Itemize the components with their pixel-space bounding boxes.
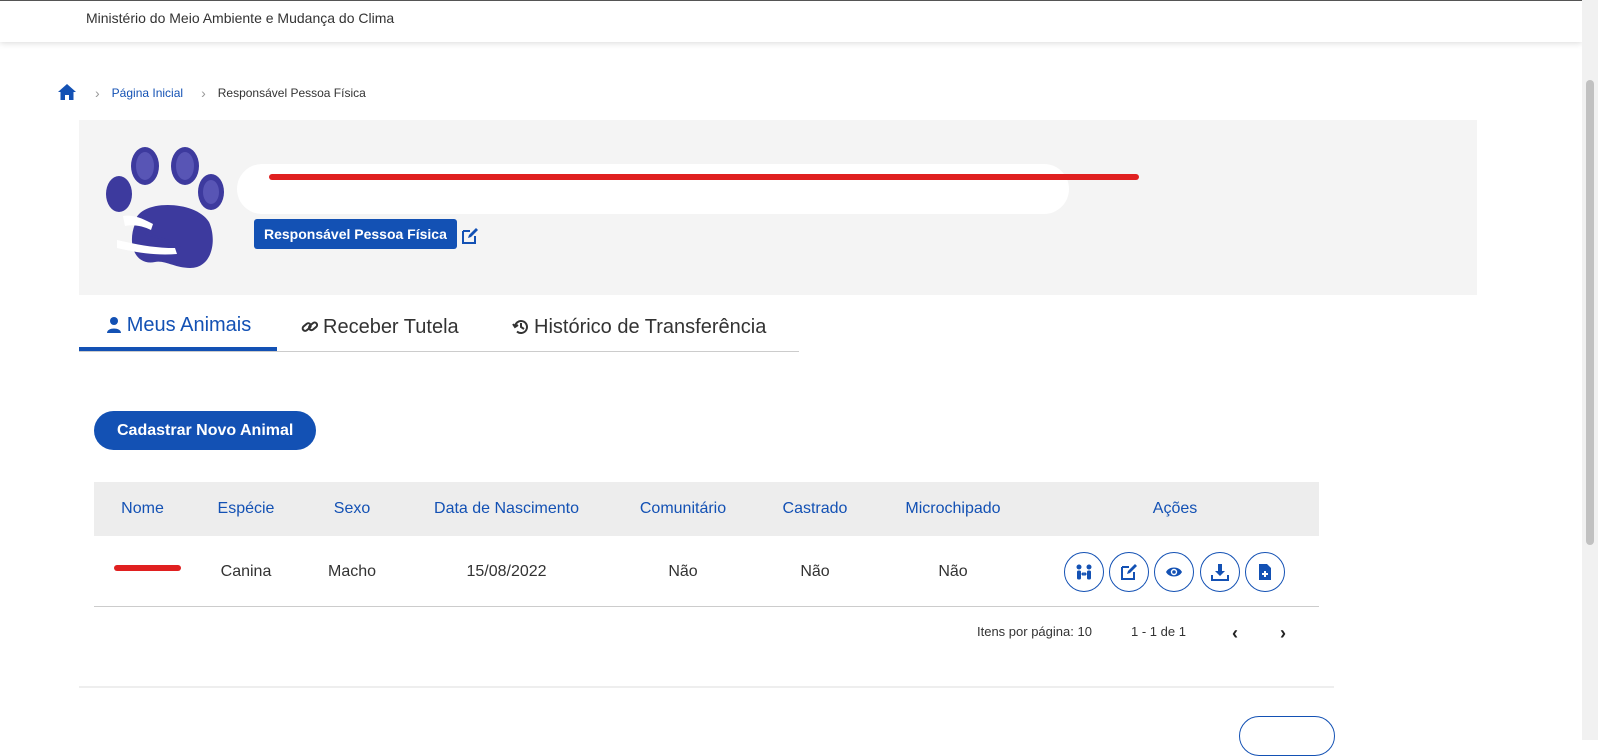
table-header: Nome Espécie Sexo Data de Nascimento Com… (94, 482, 1319, 536)
scrollbar-thumb[interactable] (1586, 80, 1594, 545)
tab-receber-tutela[interactable]: Receber Tutela (301, 303, 459, 351)
chevron-right-icon: › (95, 85, 100, 101)
chevron-right-icon: › (201, 85, 206, 101)
cell-nascimento: 15/08/2022 (466, 563, 547, 580)
chevron-right-icon[interactable]: › (1280, 623, 1286, 644)
tab-meus-animais[interactable]: Meus Animais (79, 303, 277, 351)
table-row: Canina Macho 15/08/2022 Não Não Não (94, 536, 1319, 607)
home-icon[interactable] (57, 83, 77, 104)
items-per-page[interactable]: Itens por página: 10 (977, 624, 1092, 639)
animals-table: Nome Espécie Sexo Data de Nascimento Com… (94, 482, 1319, 607)
role-badge: Responsável Pessoa Física (254, 219, 457, 249)
column-header[interactable]: Nome (94, 482, 191, 536)
animal-name-redacted (114, 565, 181, 571)
link-icon (301, 318, 319, 336)
redaction-mark (269, 174, 1139, 180)
column-header[interactable]: Comunitário (610, 482, 756, 536)
column-header[interactable]: Microchipado (874, 482, 1032, 536)
add-document-button[interactable] (1245, 552, 1285, 592)
tab-label: Meus Animais (126, 313, 252, 336)
tab-bar: Meus Animais Receber Tutela Histórico de… (79, 303, 799, 352)
edit-icon[interactable] (461, 227, 479, 245)
column-header[interactable]: Espécie (191, 482, 301, 536)
view-animal-button[interactable] (1154, 552, 1194, 592)
section-divider (79, 686, 1334, 688)
chevron-left-icon[interactable]: ‹ (1232, 623, 1238, 644)
person-icon (105, 316, 123, 334)
top-header: Ministério do Meio Ambiente e Mudança do… (0, 0, 1582, 42)
profile-panel: Responsável Pessoa Física (79, 120, 1477, 295)
paw-hug-logo (105, 144, 225, 275)
column-header[interactable]: Data de Nascimento (403, 482, 610, 536)
page-range: 1 - 1 de 1 (1131, 624, 1186, 639)
edit-animal-button[interactable] (1109, 552, 1149, 592)
breadcrumb-current: Responsável Pessoa Física (217, 86, 366, 100)
user-name-redacted (237, 164, 1069, 214)
cell-comunitario: Não (668, 563, 698, 580)
download-icon (1211, 564, 1229, 581)
breadcrumb: › Página Inicial › Responsável Pessoa Fí… (57, 82, 366, 104)
edit-icon (1121, 564, 1137, 580)
document-add-icon (1259, 564, 1271, 580)
transfer-icon (1076, 564, 1092, 580)
breadcrumb-home-link[interactable]: Página Inicial (112, 86, 183, 100)
transfer-button[interactable] (1064, 552, 1104, 592)
tab-historico-transferencia[interactable]: Histórico de Transferência (512, 303, 766, 351)
add-animal-button[interactable]: Cadastrar Novo Animal (94, 411, 317, 450)
tab-label: Histórico de Transferência (534, 315, 767, 338)
partial-button[interactable] (1239, 716, 1335, 756)
ministry-name: Ministério do Meio Ambiente e Mudança do… (86, 10, 395, 26)
pagination: Itens por página: 10 1 - 1 de 1 ‹ › (94, 620, 1319, 644)
view-icon (1166, 567, 1182, 577)
page-scrollbar[interactable] (1582, 0, 1598, 740)
tab-label: Receber Tutela (323, 315, 459, 338)
cell-microchipado: Não (938, 563, 968, 580)
cell-sexo: Macho (327, 563, 377, 580)
cell-castrado: Não (800, 563, 830, 580)
history-icon (512, 318, 530, 336)
download-button[interactable] (1200, 552, 1240, 592)
column-header: Ações (1152, 500, 1198, 517)
cell-especie: Canina (220, 563, 272, 580)
column-header[interactable]: Castrado (756, 482, 874, 536)
column-header[interactable]: Sexo (301, 482, 403, 536)
